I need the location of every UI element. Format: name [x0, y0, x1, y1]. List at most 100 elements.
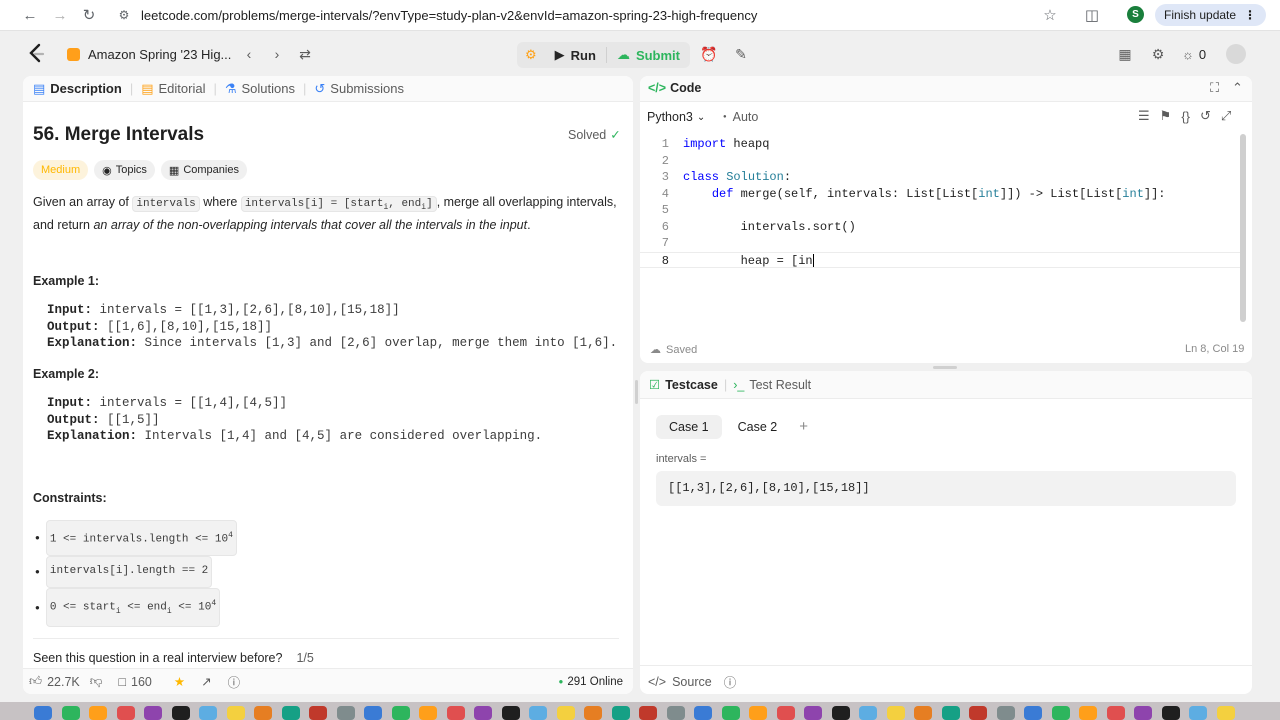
dock-app-icon[interactable]	[804, 706, 822, 720]
dock-app-icon[interactable]	[226, 706, 245, 720]
dock-app-icon[interactable]	[1189, 706, 1207, 720]
star-icon[interactable]: ★	[174, 674, 185, 689]
dock-app-icon[interactable]	[309, 706, 327, 720]
interview-question-row[interactable]: Seen this question in a real interview b…	[33, 651, 314, 665]
dock-app-icon[interactable]	[336, 706, 355, 720]
extensions-icon[interactable]: ◫	[1079, 2, 1105, 28]
alarm-clock-icon[interactable]: ⏰	[696, 41, 722, 67]
reset-icon[interactable]: ↺	[1200, 108, 1211, 124]
dock-app-icon[interactable]	[639, 706, 657, 720]
address-bar[interactable]: leetcode.com/problems/merge-intervals/?e…	[141, 8, 757, 23]
help-circle-icon[interactable]: ⓘ	[228, 672, 241, 691]
dock-app-icon[interactable]	[419, 706, 437, 720]
dock-app-icon[interactable]	[941, 706, 960, 720]
case-2-tab[interactable]: Case 2	[730, 415, 786, 439]
layout-grid-icon[interactable]: ▦	[1112, 41, 1138, 67]
dock-app-icon[interactable]	[144, 706, 162, 720]
site-settings-icon[interactable]: ⚙	[111, 2, 137, 28]
companies-badge[interactable]: ▦ Companies	[160, 160, 247, 180]
dock-app-icon[interactable]	[474, 706, 492, 720]
code-tab[interactable]: </> Code	[648, 81, 701, 95]
settings-gear-icon[interactable]: ⚙	[1145, 41, 1171, 67]
share-icon[interactable]: ↗	[201, 674, 211, 689]
dock-app-icon[interactable]	[1134, 706, 1152, 720]
shuffle-icon[interactable]: ⇄	[292, 41, 318, 67]
expand-icon[interactable]: ⛶	[1210, 80, 1219, 96]
bookmark-icon[interactable]: ⚑	[1160, 108, 1172, 124]
dock-app-icon[interactable]	[886, 706, 905, 720]
tab-editorial[interactable]: ▤ Editorial	[133, 76, 213, 102]
finish-update-button[interactable]: Finish update ⋮	[1155, 4, 1267, 26]
collapse-chevron-icon[interactable]: ⌃	[1232, 80, 1243, 96]
dock-app-icon[interactable]	[776, 706, 795, 720]
dock-app-icon[interactable]	[171, 706, 190, 720]
forward-arrow-icon[interactable]: →	[47, 2, 73, 28]
dock-app-icon[interactable]	[996, 706, 1015, 720]
dock-app-icon[interactable]	[914, 706, 932, 720]
dock-app-icon[interactable]	[116, 706, 135, 720]
reload-icon[interactable]: ↻	[76, 2, 102, 28]
case-1-tab[interactable]: Case 1	[656, 414, 722, 439]
back-arrow-icon[interactable]: ←	[17, 2, 43, 28]
comments-button[interactable]: □ 160	[118, 675, 151, 689]
run-button[interactable]: ▶ Run	[545, 42, 606, 68]
vertical-resize-handle[interactable]	[635, 380, 638, 404]
dock-app-icon[interactable]	[446, 706, 465, 720]
dock-app-icon[interactable]	[1051, 706, 1070, 720]
editor-scrollbar[interactable]	[1240, 134, 1246, 322]
submit-button[interactable]: ☁ Submit	[607, 42, 690, 68]
dock-app-icon[interactable]	[969, 706, 987, 720]
source-button[interactable]: </> Source ⓘ	[648, 672, 736, 691]
dock-app-icon[interactable]	[89, 706, 107, 720]
topics-badge[interactable]: ◉ Topics	[94, 160, 155, 180]
dock-app-icon[interactable]	[584, 706, 602, 720]
tab-solutions[interactable]: ⚗ Solutions	[217, 76, 303, 102]
horizontal-resize-handle[interactable]	[933, 366, 957, 369]
dock-app-icon[interactable]	[61, 706, 80, 720]
like-button[interactable]: 👍︎ 22.7K	[29, 674, 80, 689]
dock-app-icon[interactable]	[1216, 706, 1235, 720]
dock-app-icon[interactable]	[199, 706, 217, 720]
notes-icon[interactable]: ✎	[728, 41, 754, 67]
format-lines-icon[interactable]: ☰	[1138, 108, 1150, 124]
thumbs-down-icon[interactable]: 👎︎	[90, 674, 103, 689]
fullscreen-icon[interactable]: ⤢	[1221, 108, 1231, 124]
bookmark-star-icon[interactable]: ☆	[1037, 2, 1063, 28]
dock-app-icon[interactable]	[666, 706, 685, 720]
dock-app-icon[interactable]	[501, 706, 520, 720]
prev-problem-chevron-icon[interactable]: ‹	[236, 41, 262, 67]
dock-app-icon[interactable]	[831, 706, 850, 720]
tab-test-result[interactable]: ›_ Test Result	[733, 378, 811, 392]
study-plan-link[interactable]: Amazon Spring '23 Hig...	[67, 47, 231, 62]
braces-icon[interactable]: {}	[1181, 109, 1190, 124]
dock-app-icon[interactable]	[1161, 706, 1180, 720]
code-editor[interactable]: 1 import heapq 2 3 class Solution: 4 def m…	[640, 136, 1240, 336]
dock-app-icon[interactable]	[1079, 706, 1097, 720]
dock-app-icon[interactable]	[749, 706, 767, 720]
dock-app-icon[interactable]	[254, 706, 272, 720]
tab-testcase[interactable]: ☑ Testcase	[649, 377, 718, 393]
auto-mode[interactable]: ● Auto	[723, 110, 758, 124]
language-select[interactable]: Python3 ⌄	[647, 110, 705, 124]
dock-app-icon[interactable]	[721, 706, 740, 720]
next-problem-chevron-icon[interactable]: ›	[264, 41, 290, 67]
leetcode-logo-icon[interactable]	[28, 43, 46, 63]
streak-counter[interactable]: ☼ 0	[1182, 47, 1206, 62]
dock-app-icon[interactable]	[364, 706, 382, 720]
dock-app-icon[interactable]	[1024, 706, 1042, 720]
testcase-input[interactable]: [[1,3],[2,6],[8,10],[15,18]]	[656, 471, 1236, 506]
dock-app-icon[interactable]	[694, 706, 712, 720]
dock-app-icon[interactable]	[34, 706, 52, 720]
dock-app-icon[interactable]	[281, 706, 300, 720]
debug-bug-icon[interactable]: ⚙	[517, 42, 545, 68]
dock-app-icon[interactable]	[529, 706, 547, 720]
add-case-button[interactable]: +	[793, 413, 814, 440]
dock-app-icon[interactable]	[556, 706, 575, 720]
dock-app-icon[interactable]	[391, 706, 410, 720]
dock-app-icon[interactable]	[859, 706, 877, 720]
tab-description[interactable]: ▤ Description	[25, 76, 130, 102]
profile-avatar[interactable]: S	[1127, 6, 1144, 23]
help-circle-icon[interactable]: ⓘ	[724, 672, 737, 691]
dock-app-icon[interactable]	[611, 706, 630, 720]
tab-submissions[interactable]: ↺ Submissions	[306, 76, 412, 102]
